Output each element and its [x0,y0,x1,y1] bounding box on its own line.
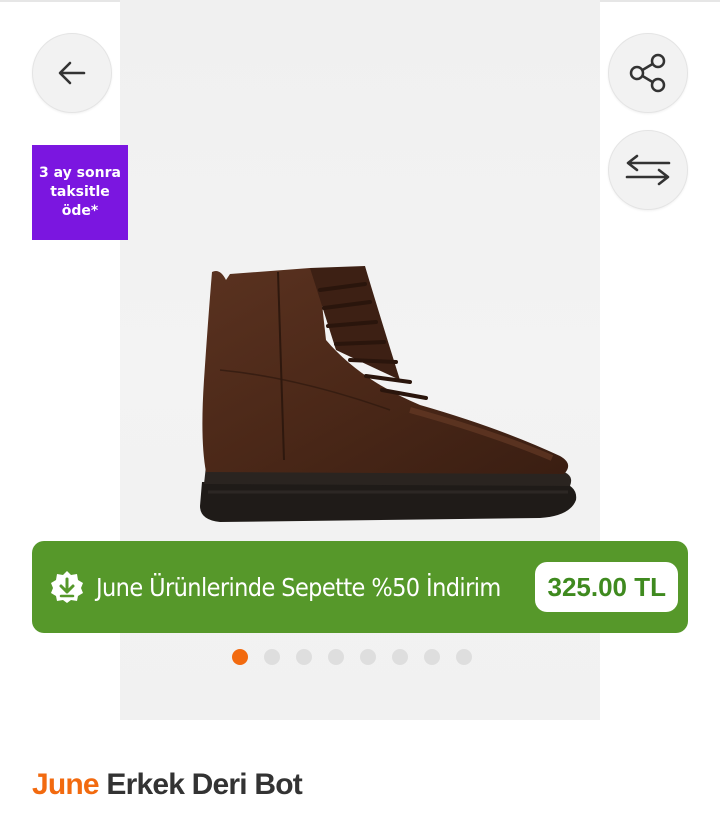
back-button[interactable] [32,33,112,113]
promo-price: 325.00 TL [535,562,678,612]
product-name: Erkek Deri Bot [106,768,302,801]
pagination-dot[interactable] [296,649,312,665]
share-icon [629,53,666,93]
product-title: June Erkek Deri Bot [32,768,303,802]
pagination-dot[interactable] [360,649,376,665]
product-detail-screen: 3 ay sonra taksitle öde* June Ürünlerind… [0,0,720,829]
installment-badge-line2: taksitle [50,184,110,200]
pagination-dot[interactable] [264,649,280,665]
product-image [200,266,577,522]
pagination-dot-active[interactable] [232,649,248,665]
share-button[interactable] [608,33,688,113]
installment-badge[interactable]: 3 ay sonra taksitle öde* [32,145,128,240]
compare-button[interactable] [608,130,688,210]
pagination-dot[interactable] [424,649,440,665]
installment-badge-line1: 3 ay sonra [39,165,121,181]
gallery-pagination [232,649,472,665]
pagination-dot[interactable] [392,649,408,665]
compare-arrows-icon [625,154,671,186]
arrow-left-icon [58,61,86,85]
pagination-dot[interactable] [456,649,472,665]
promo-text: June Ürünlerinde Sepette %50 İndirim [96,572,501,602]
installment-badge-line3: öde* [61,203,99,219]
brand-name[interactable]: June [32,768,100,801]
pagination-dot[interactable] [328,649,344,665]
promo-banner[interactable]: June Ürünlerinde Sepette %50 İndirim 325… [32,541,688,633]
discount-badge-icon [51,571,83,603]
